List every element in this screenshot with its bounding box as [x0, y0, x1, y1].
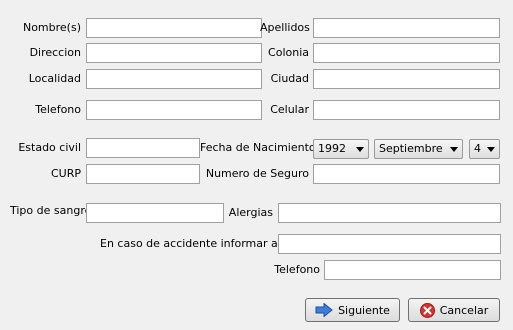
estado-civil-input[interactable] [86, 138, 200, 158]
contacto-emergencia-input[interactable] [278, 234, 501, 254]
nombres-input[interactable] [86, 18, 262, 38]
chevron-down-icon [450, 147, 458, 152]
cancelar-button[interactable]: Cancelar [408, 298, 500, 322]
numero-seguro-input[interactable] [313, 164, 500, 184]
telefono-emergencia-input[interactable] [324, 260, 501, 280]
label-localidad: Localidad [28, 72, 81, 85]
birth-month-value: Septiembre [379, 142, 443, 155]
alergias-input[interactable] [278, 203, 501, 223]
birth-year-select[interactable]: 1992 [313, 139, 369, 159]
birth-day-value: 4 [474, 142, 481, 155]
chevron-down-icon [356, 147, 364, 152]
chevron-down-icon [487, 147, 495, 152]
ciudad-input[interactable] [313, 69, 500, 89]
label-tipo-sangre: Tipo de sangre [10, 204, 92, 217]
label-celular: Celular [270, 103, 309, 116]
label-colonia: Colonia [268, 46, 309, 59]
label-ciudad: Ciudad [270, 72, 309, 85]
label-numero-seguro: Numero de Seguro [205, 167, 309, 180]
curp-input[interactable] [86, 164, 200, 184]
label-fecha-nacimiento: Fecha de Nacimiento [200, 141, 316, 154]
label-direccion: Direccion [29, 46, 81, 59]
telefono-input[interactable] [86, 100, 262, 120]
label-telefono-emergencia: Telefono [274, 263, 320, 276]
tipo-sangre-input[interactable] [86, 203, 224, 223]
siguiente-label: Siguiente [338, 303, 390, 317]
label-alergias: Alergias [228, 206, 273, 219]
label-curp: CURP [50, 167, 81, 180]
label-apellidos: Apellidos [260, 21, 310, 34]
label-estado-civil: Estado civil [18, 141, 81, 154]
cancel-icon [419, 302, 435, 318]
birth-day-select[interactable]: 4 [469, 139, 500, 159]
colonia-input[interactable] [313, 43, 500, 63]
siguiente-button[interactable]: Siguiente [305, 298, 400, 322]
label-en-caso-accidente: En caso de accidente informar a [100, 237, 278, 250]
cancelar-label: Cancelar [439, 303, 489, 317]
localidad-input[interactable] [86, 69, 262, 89]
direccion-input[interactable] [86, 43, 262, 63]
birth-year-value: 1992 [318, 142, 346, 155]
celular-input[interactable] [313, 100, 500, 120]
arrow-right-icon [315, 303, 333, 317]
birth-month-select[interactable]: Septiembre [374, 139, 463, 159]
label-nombres: Nombre(s) [22, 21, 81, 34]
apellidos-input[interactable] [313, 18, 500, 38]
label-telefono: Telefono [35, 103, 81, 116]
